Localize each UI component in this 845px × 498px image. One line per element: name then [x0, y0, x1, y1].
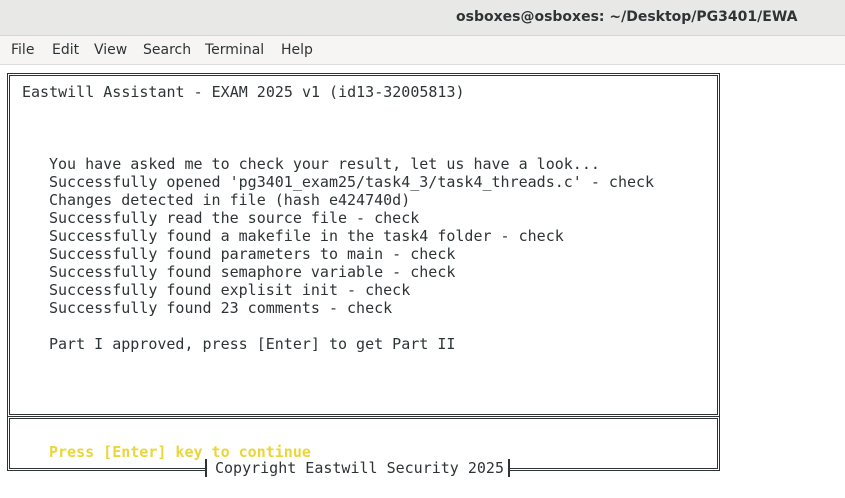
terminal-area[interactable]: Eastwill Assistant - EXAM 2025 v1 (id13-…	[0, 65, 845, 498]
output-line: Successfully opened 'pg3401_exam25/task4…	[49, 173, 655, 191]
output-line: Changes detected in file (hash e424740d)	[49, 191, 411, 209]
window-titlebar[interactable]: osboxes@osboxes: ~/Desktop/PG3401/EWA	[0, 0, 845, 36]
output-line: Successfully read the source file - chec…	[49, 209, 420, 227]
menubar: File Edit View Search Terminal Help	[0, 36, 845, 65]
output-line: Successfully found parameters to main - …	[49, 245, 456, 263]
copyright-notice: Copyright Eastwill Security 2025	[205, 459, 510, 477]
output-line: Successfully found 23 comments - check	[49, 299, 393, 317]
window-title: osboxes@osboxes: ~/Desktop/PG3401/EWA	[456, 9, 798, 25]
menu-terminal[interactable]: Terminal	[205, 42, 264, 58]
menu-file[interactable]: File	[11, 42, 34, 58]
menu-edit[interactable]: Edit	[52, 42, 79, 58]
output-line: Successfully found a makefile in the tas…	[49, 227, 564, 245]
output-line: Successfully found explisit init - check	[49, 281, 411, 299]
menu-view[interactable]: View	[94, 42, 127, 58]
output-line: Successfully found semaphore variable - …	[49, 263, 456, 281]
output-line: You have asked me to check your result, …	[49, 155, 600, 173]
assistant-header: Eastwill Assistant - EXAM 2025 v1 (id13-…	[22, 83, 465, 101]
menu-search[interactable]: Search	[143, 42, 191, 58]
approval-message: Part I approved, press [Enter] to get Pa…	[49, 335, 456, 353]
menu-help[interactable]: Help	[281, 42, 313, 58]
